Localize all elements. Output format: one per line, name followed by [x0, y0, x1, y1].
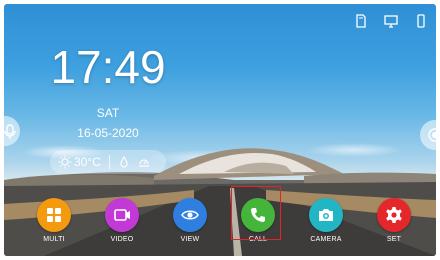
weather-widget[interactable]: 30°C	[50, 150, 166, 174]
app-view-label: VIEW	[180, 236, 200, 243]
weather-temperature: 30°C	[74, 155, 101, 169]
grid-icon	[47, 208, 61, 222]
app-multi-button[interactable]	[37, 198, 71, 232]
app-camera-button[interactable]	[309, 198, 343, 232]
video-icon	[114, 209, 130, 221]
app-video-button[interactable]	[105, 198, 139, 232]
app-view[interactable]: VIEW	[160, 192, 220, 248]
clock-day: SAT	[96, 106, 120, 120]
microphone-icon	[4, 124, 16, 139]
home-screen: 17:49 SAT 16-05-2020 30°C MULTI VIDEO VI…	[4, 4, 436, 256]
app-view-button[interactable]	[173, 198, 207, 232]
app-camera[interactable]: CAMERA	[296, 192, 356, 248]
app-multi[interactable]: MULTI	[24, 192, 84, 248]
app-set[interactable]: SET	[364, 192, 424, 248]
sun-icon	[58, 155, 72, 169]
app-set-label: SET	[386, 236, 402, 243]
gear-icon	[386, 207, 402, 223]
display-icon	[384, 15, 398, 28]
phone-icon	[417, 14, 425, 28]
wind-icon	[138, 159, 149, 167]
app-dock: MULTI VIDEO VIEW CALL CAMERA SET	[4, 192, 436, 248]
weather-divider	[108, 155, 110, 169]
left-panel-handle[interactable]	[4, 116, 20, 146]
clock-time: 17:49	[50, 41, 166, 93]
eye-icon	[181, 210, 199, 220]
camera-icon	[319, 209, 333, 221]
app-camera-label: CAMERA	[310, 236, 342, 243]
status-bar	[354, 14, 428, 28]
app-video[interactable]: VIDEO	[92, 192, 152, 248]
clock-date: 16-05-2020	[77, 126, 139, 140]
app-set-button[interactable]	[377, 198, 411, 232]
humidity-icon	[120, 156, 128, 168]
app-multi-label: MULTI	[43, 236, 65, 243]
record-icon	[428, 128, 436, 142]
selection-outline	[231, 186, 281, 240]
sd-card-icon	[356, 14, 366, 28]
right-panel-handle[interactable]	[420, 120, 436, 150]
app-video-label: VIDEO	[110, 236, 134, 243]
